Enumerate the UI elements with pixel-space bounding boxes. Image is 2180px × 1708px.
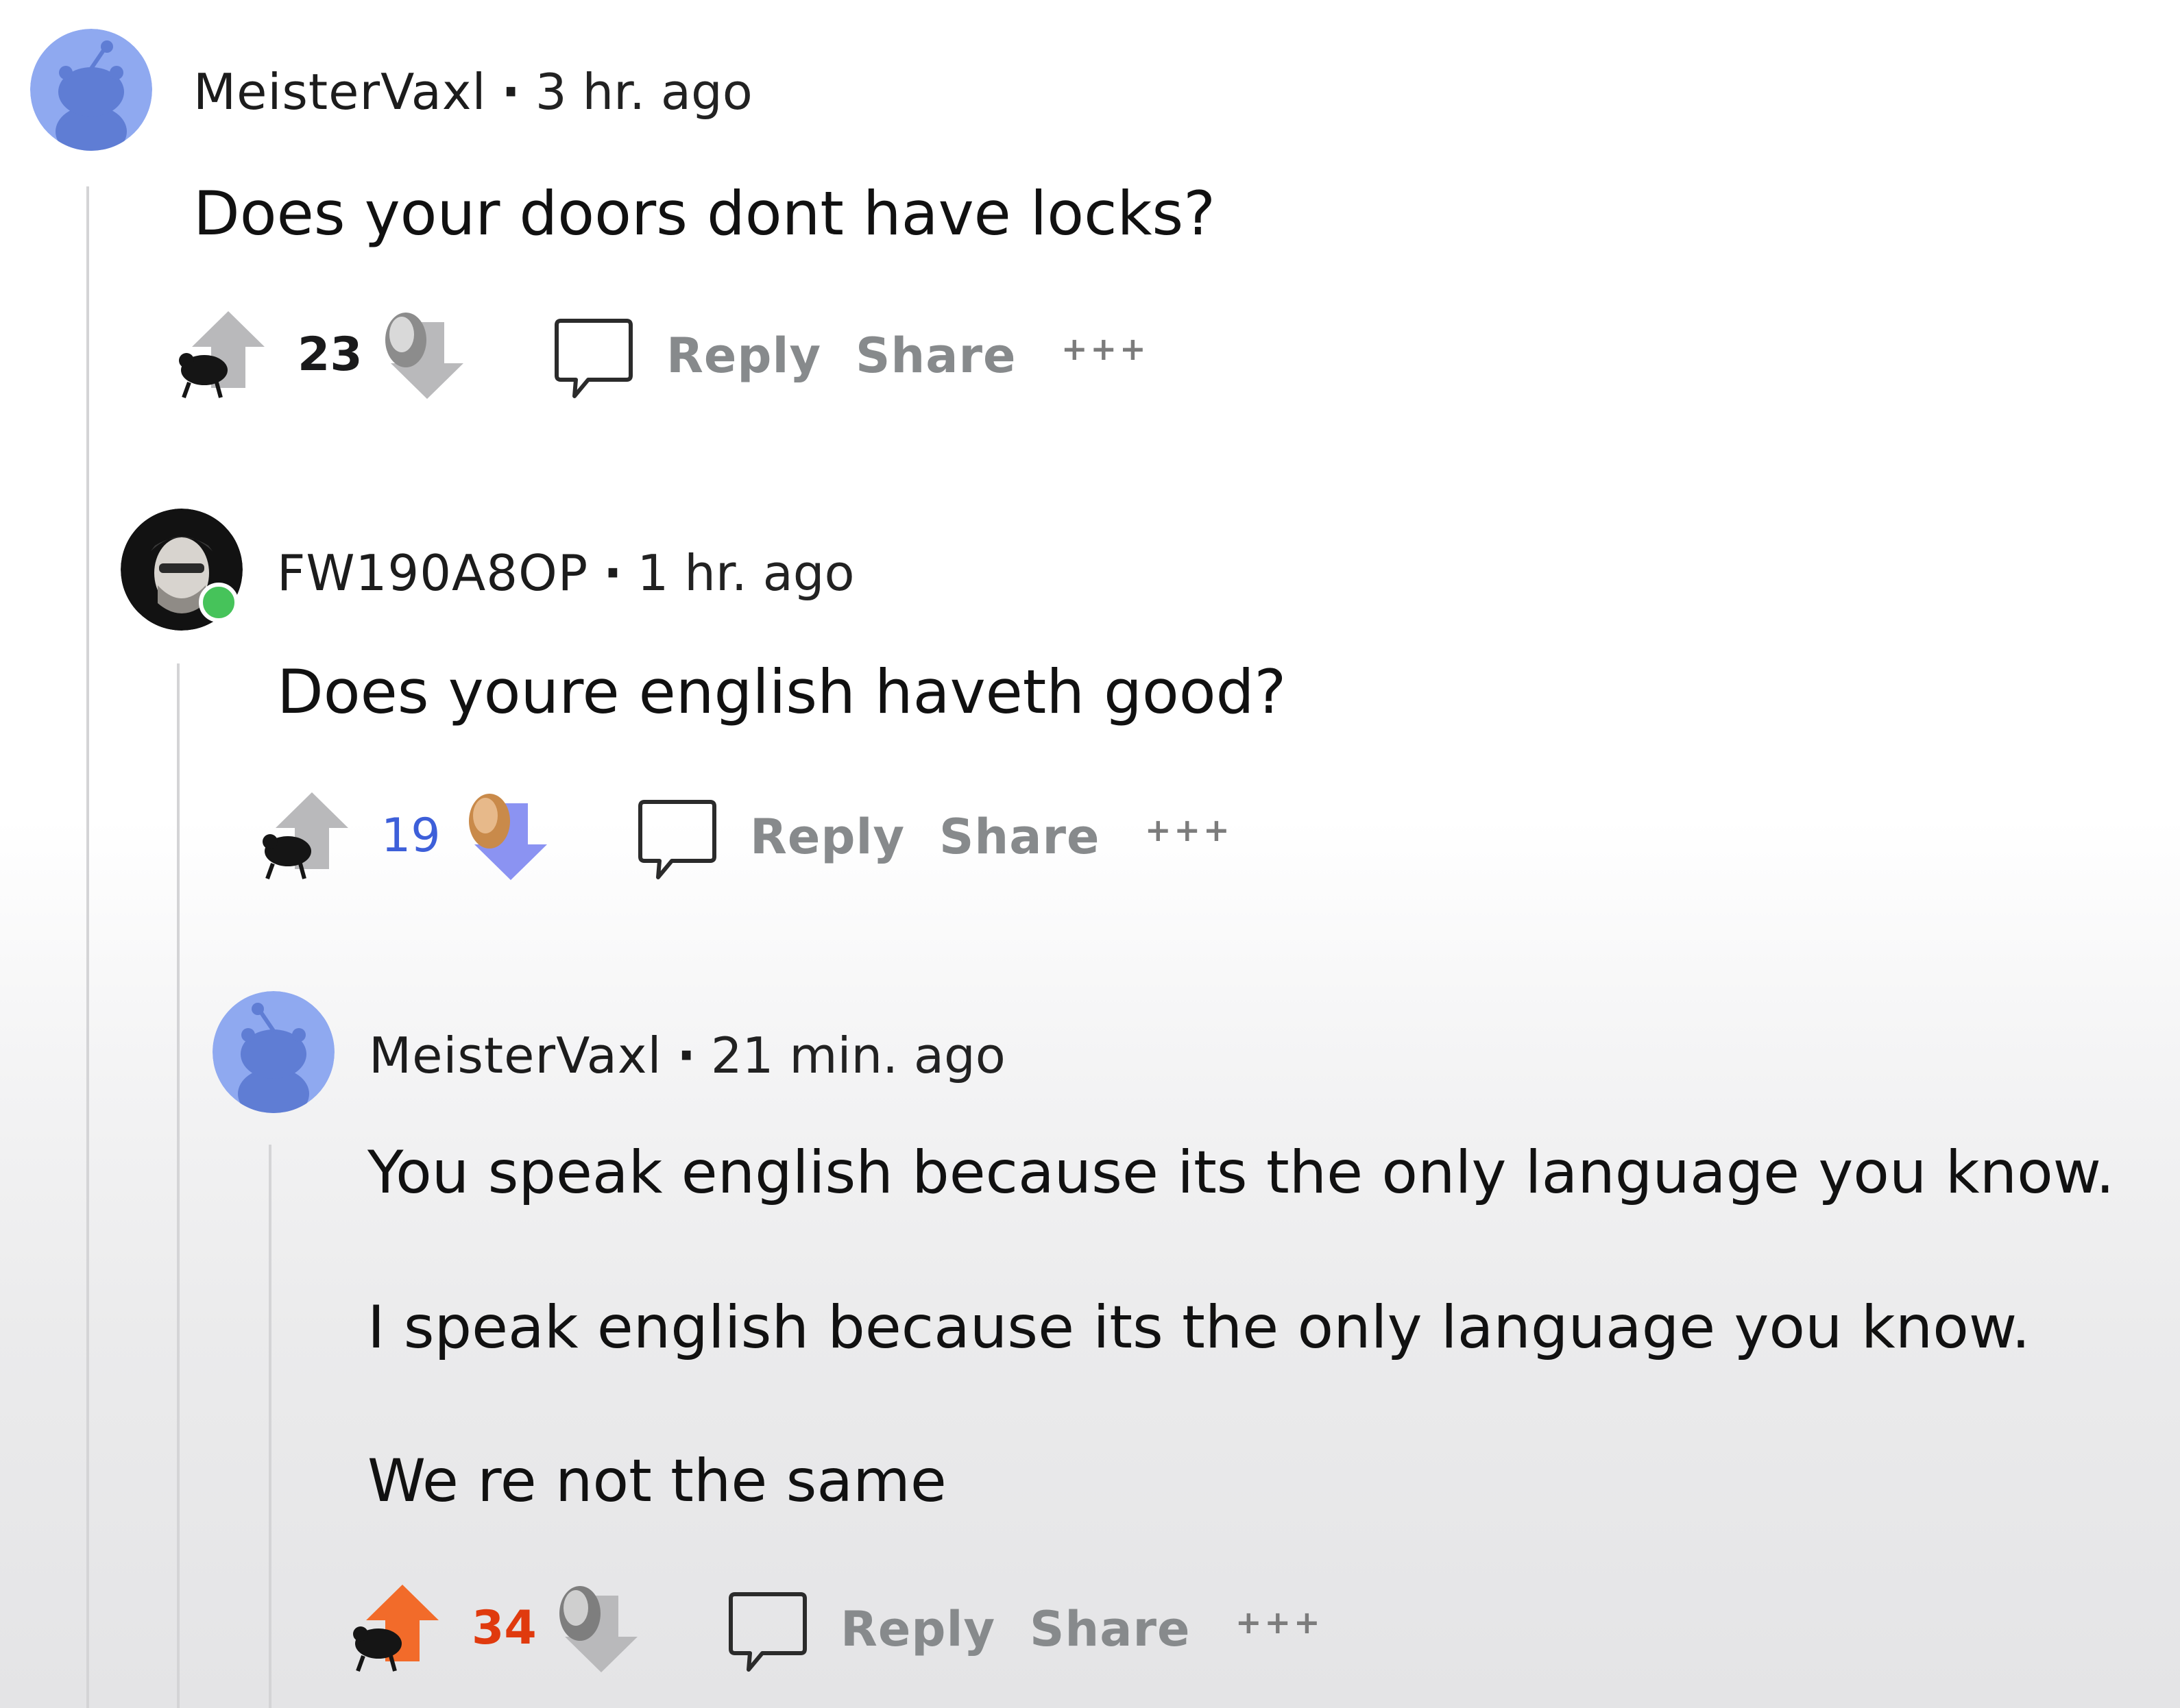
downvote-icon[interactable] [459, 788, 562, 887]
comment-meta: FW190A8OP · 1 hr. ago [277, 548, 855, 598]
vote-score: 23 [298, 328, 363, 382]
timestamp[interactable]: 21 min. ago [711, 1027, 1006, 1084]
comment-paragraph: Does your doors dont have locks? [193, 178, 1215, 249]
more-options-button[interactable]: +++ [1235, 1607, 1323, 1638]
downvote-icon[interactable] [376, 307, 479, 406]
snoo-avatar-icon[interactable] [213, 991, 335, 1113]
comment-paragraph: Does youre english haveth good? [277, 657, 1287, 727]
reply-icon[interactable] [727, 1589, 809, 1676]
meta-separator: · [677, 1027, 696, 1084]
timestamp[interactable]: 3 hr. ago [535, 63, 753, 121]
snoo-avatar-icon[interactable] [30, 29, 152, 151]
timestamp[interactable]: 1 hr. ago [638, 544, 855, 602]
upvote-icon[interactable] [261, 788, 363, 887]
reply-icon[interactable] [636, 796, 718, 884]
comment-paragraph: I speak english because its the only lan… [367, 1293, 2031, 1362]
share-button[interactable]: Share [939, 813, 1100, 861]
upvote-icon[interactable] [177, 307, 280, 406]
reply-button[interactable]: Reply [666, 332, 821, 380]
downvote-icon[interactable] [550, 1581, 653, 1679]
upvote-icon[interactable] [351, 1581, 454, 1679]
meta-separator: · [603, 544, 622, 602]
more-options-button[interactable]: +++ [1061, 333, 1149, 365]
username-link[interactable]: MeisterVaxl [193, 63, 486, 121]
share-button[interactable]: Share [1030, 1605, 1190, 1653]
reply-button[interactable]: Reply [840, 1605, 995, 1653]
thread-line-level-2[interactable] [177, 663, 180, 1708]
comment-body: Does your doors dont have locks? [193, 184, 1215, 244]
comment-paragraph: You speak english because its the only l… [367, 1138, 2115, 1207]
comment-meta: MeisterVaxl · 3 hr. ago [193, 67, 753, 117]
comment-meta: MeisterVaxl · 21 min. ago [369, 1031, 1006, 1080]
thread-line-level-1[interactable] [86, 186, 89, 1708]
comment-paragraph: We re not the same [367, 1447, 947, 1515]
vote-score: 34 [472, 1601, 537, 1655]
vote-score: 19 [381, 809, 441, 863]
thread-line-level-3[interactable] [269, 1145, 271, 1708]
comment-actions: 23 Reply Share +++ [177, 307, 1205, 410]
username-link[interactable]: MeisterVaxl [369, 1027, 662, 1084]
comment-actions: 19 Reply Share +++ [261, 788, 1289, 891]
reply-button[interactable]: Reply [750, 813, 905, 861]
comment-body: Does youre english haveth good? [277, 662, 1286, 722]
meta-separator: · [501, 63, 520, 121]
more-options-button[interactable]: +++ [1145, 814, 1233, 846]
username-link[interactable]: FW190A8OP [277, 544, 588, 602]
reply-icon[interactable] [553, 315, 635, 403]
comment-actions: 34 Reply Share +++ [351, 1581, 1379, 1683]
share-button[interactable]: Share [856, 332, 1016, 380]
online-status-indicator [199, 583, 239, 622]
